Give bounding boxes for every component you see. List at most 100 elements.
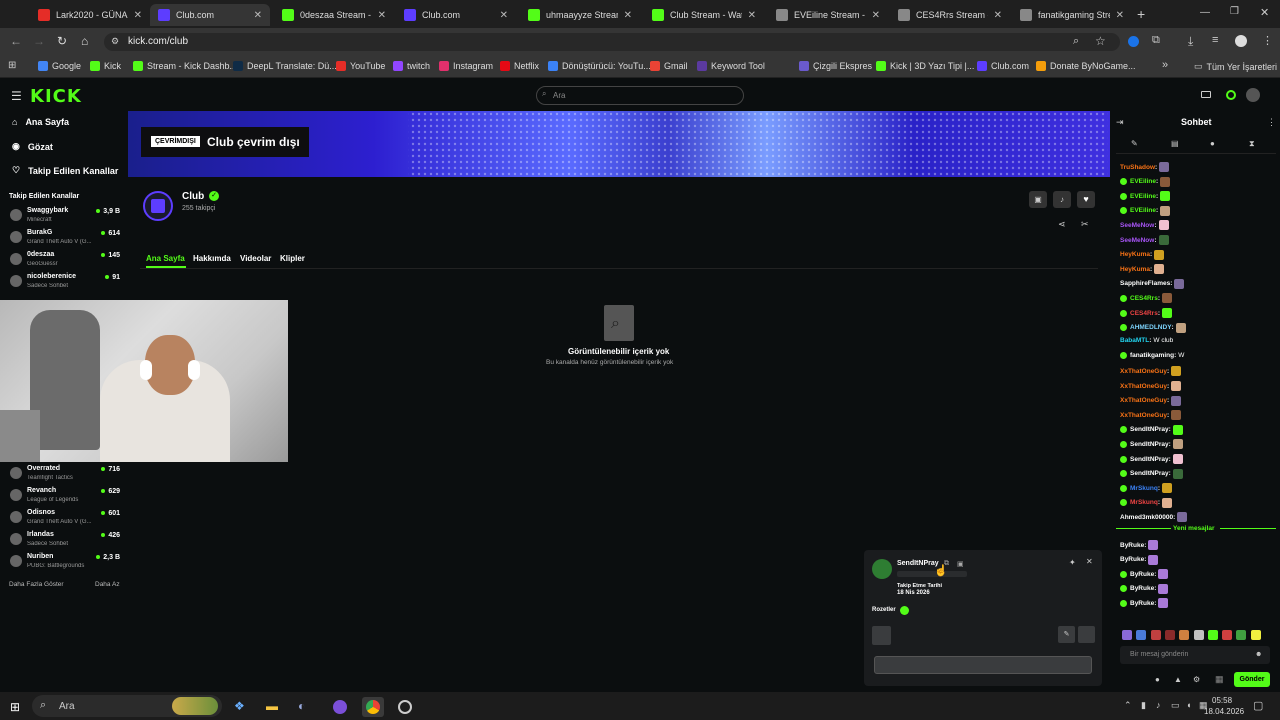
collapse-chat-icon[interactable]: ⇥ <box>1116 117 1124 128</box>
clip-icon[interactable]: ✂ <box>1081 219 1089 230</box>
tab-home[interactable]: Ana Sayfa <box>146 254 185 263</box>
popup-action-3[interactable] <box>1078 626 1095 643</box>
emoji-icon[interactable]: ☻ <box>1255 651 1262 658</box>
tray-chevron-icon[interactable]: ⌃ <box>1124 700 1132 711</box>
emote-picker-item[interactable] <box>1164 630 1175 640</box>
popout-icon[interactable]: ▣ <box>957 560 964 568</box>
chat-message[interactable]: MrSkunq: <box>1120 483 1172 494</box>
minimize-button[interactable]: — <box>1200 7 1210 18</box>
bell-icon[interactable]: ♪ <box>1053 191 1071 208</box>
chat-username[interactable]: SapphireFlames <box>1120 280 1170 287</box>
chat-message[interactable]: ByRuke: <box>1120 540 1159 550</box>
close-popup-icon[interactable]: ✕ <box>1086 557 1093 566</box>
chat-message[interactable]: SeeMeNow: <box>1120 235 1169 245</box>
home-icon[interactable]: ⌂ <box>81 34 88 48</box>
tab-close-icon[interactable]: ✕ <box>624 10 632 21</box>
taskbar-search[interactable]: ⌕ Ara <box>32 695 222 717</box>
profile-avatar[interactable] <box>1235 35 1247 47</box>
bookmark-item[interactable]: Çizgili Ekspres <box>799 61 872 71</box>
chat-message[interactable]: SeeMeNow: <box>1120 220 1169 231</box>
bookmark-item[interactable]: twitch <box>393 61 430 71</box>
extension-icon[interactable] <box>1128 36 1139 47</box>
nav-home[interactable]: ⌂ Ana Sayfa <box>12 117 69 127</box>
tab-videos[interactable]: Videolar <box>240 254 271 263</box>
chat-message[interactable]: ByRuke: <box>1120 583 1169 594</box>
chat-username[interactable]: MrSkunq <box>1130 499 1158 506</box>
maximize-button[interactable]: ❐ <box>1230 6 1239 17</box>
more-bookmarks-icon[interactable]: » <box>1162 59 1168 71</box>
app-icon[interactable] <box>398 700 412 714</box>
chat-message[interactable]: EVEiline: <box>1120 191 1171 202</box>
zoom-icon[interactable]: ⌕ <box>1073 35 1079 48</box>
chat-message[interactable]: EVEiline: <box>1120 176 1171 187</box>
tab-close-icon[interactable]: ✕ <box>748 10 756 21</box>
pin-icon[interactable]: ✎ <box>1131 139 1138 148</box>
chat-username[interactable]: SeeMeNow <box>1120 237 1154 244</box>
chat-message[interactable]: BabaMTL: W club <box>1120 337 1173 344</box>
chat-username[interactable]: BabaMTL <box>1120 337 1149 344</box>
browser-tab[interactable]: Club.com ✕ <box>150 4 270 26</box>
gift-button[interactable]: ▣ <box>1029 191 1047 208</box>
chat-username[interactable]: MrSkunq <box>1130 485 1158 492</box>
dashboard-icon[interactable]: ▦ <box>1215 674 1224 685</box>
chrome-taskbar-button[interactable] <box>362 697 384 717</box>
chat-menu-icon[interactable]: ⋮ <box>1267 117 1276 128</box>
chat-bubble-icon[interactable]: ● <box>1210 139 1215 148</box>
chat-message[interactable]: HeyKuma: <box>1120 264 1165 275</box>
back-icon[interactable]: ← <box>10 34 22 48</box>
tab-close-icon[interactable]: ✕ <box>134 10 142 21</box>
chat-username[interactable]: TruShadow <box>1120 164 1155 171</box>
followed-channel[interactable]: 0deszaa GeoGuessr 145 <box>8 251 120 273</box>
download-icon[interactable]: ⤓ <box>1188 34 1193 49</box>
chat-username[interactable]: SendItNPray <box>1130 470 1169 477</box>
bookmark-item[interactable]: Gmail <box>650 61 688 71</box>
windows-start-icon[interactable]: ⊞ <box>10 700 20 714</box>
chat-username[interactable]: HeyKuma <box>1120 251 1150 258</box>
chat-settings-icon[interactable]: ● <box>1155 675 1160 684</box>
status-icon[interactable] <box>1226 90 1236 100</box>
chat-message[interactable]: HeyKuma: <box>1120 249 1165 260</box>
bookmark-item[interactable]: Netflix <box>500 61 539 71</box>
browser-tab[interactable]: Lark2020 - GÜNA ✕ <box>30 4 150 26</box>
network-icon[interactable]: ▭ <box>1171 700 1180 711</box>
chat-message[interactable]: AHMEDLNDY: <box>1120 322 1186 333</box>
chat-username[interactable]: HeyKuma <box>1120 266 1150 273</box>
chat-input[interactable]: Bir mesaj gönderin <box>1120 646 1270 664</box>
send-button[interactable]: Gönder <box>1234 672 1270 687</box>
chat-message[interactable]: fanatikgaming: W <box>1120 351 1184 359</box>
chat-username[interactable]: EVEiline <box>1130 178 1156 185</box>
gear-icon[interactable]: ⚙ <box>1193 675 1200 684</box>
emote-picker-item[interactable] <box>1193 630 1204 640</box>
bookmark-item[interactable]: DeepL Translate: Dü... <box>233 61 337 71</box>
followed-channel[interactable]: Swaggybark Minecraft 3,9 B <box>8 207 120 229</box>
tab-close-icon[interactable]: ✕ <box>500 10 508 21</box>
trash-icon[interactable]: ▤ <box>1171 139 1179 148</box>
bookmark-item[interactable]: Google <box>38 61 81 71</box>
tab-about[interactable]: Hakkımda <box>193 254 231 263</box>
microphone-icon[interactable]: ♪ <box>1156 700 1161 710</box>
steam-icon[interactable]: ◐ <box>298 699 305 713</box>
chat-username[interactable]: ByRuke <box>1130 600 1154 607</box>
tab-close-icon[interactable]: ✕ <box>1116 10 1124 21</box>
popup-follow-button[interactable] <box>874 656 1092 674</box>
followed-channel[interactable]: BurakG Grand Theft Auto V (G... 614 <box>8 229 120 251</box>
tab-close-icon[interactable]: ✕ <box>872 10 880 21</box>
chat-username[interactable]: SeeMeNow <box>1120 222 1154 229</box>
emote-picker-item[interactable] <box>1150 630 1161 640</box>
show-less-link[interactable]: Daha Az <box>95 581 120 588</box>
bookmark-item[interactable]: Kick <box>90 61 121 71</box>
new-tab-button[interactable]: + <box>1137 6 1145 22</box>
user-avatar[interactable] <box>1246 88 1260 102</box>
bookmark-item[interactable]: Instagram <box>439 61 493 71</box>
chat-username[interactable]: SendItNPray <box>1130 426 1169 433</box>
tab-close-icon[interactable]: ✕ <box>254 10 262 21</box>
tab-close-icon[interactable]: ✕ <box>378 10 386 21</box>
tab-close-icon[interactable]: ✕ <box>994 10 1002 21</box>
taskview-icon[interactable]: ❖ <box>234 699 245 713</box>
hamburger-icon[interactable]: ☰ <box>11 89 22 103</box>
followed-channel[interactable]: Nuriben PUBG: Battlegrounds 2,3 B <box>8 553 120 575</box>
chat-message[interactable]: CES4Rrs: <box>1120 293 1172 304</box>
share-icon[interactable]: ⋖ <box>1058 219 1066 230</box>
chat-message[interactable]: SendItNPray: <box>1120 424 1183 435</box>
browser-tab[interactable]: fanatikgaming Strea ✕ <box>1012 4 1132 26</box>
